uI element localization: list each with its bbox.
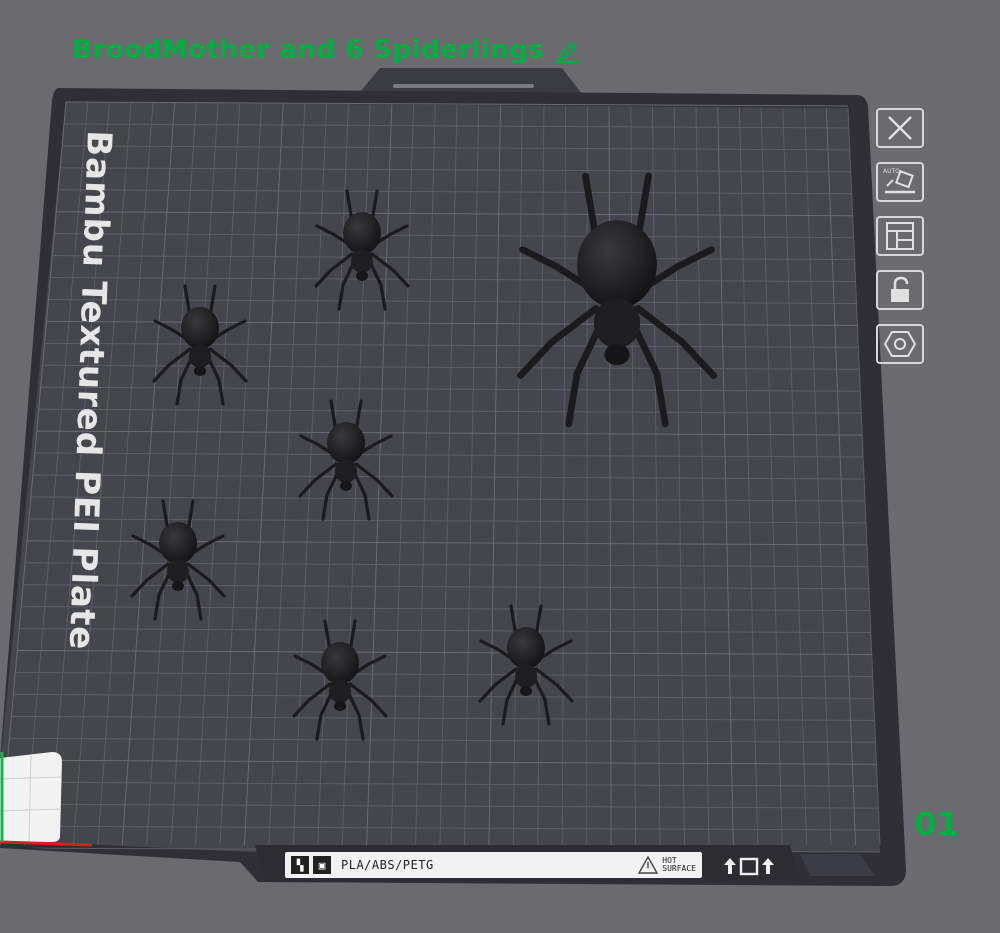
hexagon-settings-icon [883, 331, 917, 357]
plate-toolbar: AUTO [873, 108, 927, 364]
arrange-button[interactable] [876, 216, 924, 256]
spider-abdomen [343, 212, 381, 254]
warning-triangle-icon [638, 856, 659, 874]
spider-head [172, 581, 184, 591]
auto-orient-icon: AUTO [883, 168, 915, 194]
unlock-icon [891, 276, 909, 302]
plate-back-tab [360, 68, 582, 94]
spider-cephalothorax [351, 249, 373, 273]
spider-abdomen [159, 522, 197, 564]
arrange-icon [886, 222, 914, 250]
spider-cephalothorax [593, 297, 641, 349]
plate-material-label: ▚ ▣ PLA/ABS/PETG HOT SURFACE [285, 852, 702, 878]
spider-head [604, 344, 630, 366]
spider-head [334, 701, 346, 711]
spider-cephalothorax [329, 679, 351, 703]
material-compatibility: PLA/ABS/PETG [341, 858, 434, 872]
close-plate-button[interactable] [876, 108, 924, 148]
spider-head [194, 366, 206, 376]
plate-load-icons [724, 857, 774, 876]
plate-number[interactable]: 01 [914, 805, 959, 843]
spider-cephalothorax [167, 559, 189, 583]
plate-settings-button[interactable] [876, 324, 924, 364]
spider-abdomen [327, 422, 365, 464]
spider-head [356, 271, 368, 281]
surface-text: SURFACE [662, 864, 696, 873]
lock-plate-button[interactable] [876, 270, 924, 310]
spider-cephalothorax [189, 344, 211, 368]
spider-cephalothorax [515, 664, 537, 688]
3d-viewport[interactable]: Bambu Textured PEI Plate [0, 0, 1000, 933]
spider-head [520, 686, 532, 696]
svg-text:AUTO: AUTO [883, 168, 900, 175]
plate-logo-icon: ▚ [291, 856, 309, 874]
plate-qr-icon: ▣ [313, 856, 331, 874]
spider-abdomen [181, 307, 219, 349]
hot-surface-warning: HOT SURFACE [638, 856, 696, 874]
spider-abdomen [507, 627, 545, 669]
close-icon [888, 116, 912, 140]
spider-abdomen [321, 642, 359, 684]
spider-cephalothorax [335, 459, 357, 483]
spider-head [340, 481, 352, 491]
spider-abdomen [577, 220, 657, 309]
auto-orient-button[interactable]: AUTO [876, 162, 924, 202]
